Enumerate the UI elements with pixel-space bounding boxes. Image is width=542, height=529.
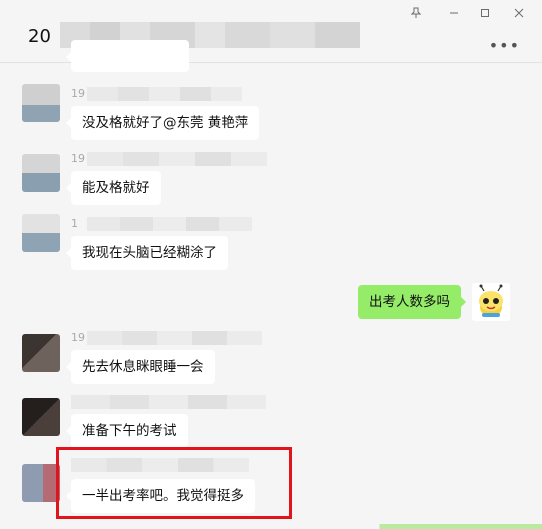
- sender-name: 19: [71, 331, 262, 345]
- avatar[interactable]: [22, 84, 60, 122]
- more-options-icon[interactable]: •••: [489, 36, 520, 55]
- sender-name: 19: [71, 87, 242, 101]
- avatar[interactable]: [22, 398, 60, 436]
- self-avatar[interactable]: [472, 283, 510, 321]
- sender-name: 19: [71, 152, 267, 166]
- message-bubble: 先去休息眯眼睡一会: [66, 350, 215, 384]
- avatar[interactable]: [22, 464, 60, 502]
- message-bubble-partial: [66, 40, 189, 72]
- message-bubble: 准备下午的考试: [66, 414, 188, 448]
- bee-mascot-icon: [472, 283, 510, 321]
- chat-window: 20 ••• 19 没及格就好了@东莞 黄艳萍 19 能及格就好 1 我现在头脑: [0, 0, 542, 529]
- sender-name-redacted: [87, 331, 262, 345]
- highlight-box: [56, 447, 292, 519]
- pin-icon[interactable]: [406, 4, 426, 22]
- bottom-edge: [0, 524, 542, 529]
- sender-name-redacted: [87, 152, 267, 166]
- chat-title: 20: [28, 26, 51, 47]
- minimize-icon[interactable]: [444, 4, 464, 22]
- message-bubble: 我现在头脑已经糊涂了: [66, 236, 228, 270]
- message-bubble: 没及格就好了@东莞 黄艳萍: [65, 106, 260, 140]
- avatar[interactable]: [22, 334, 60, 372]
- message-bubble: 能及格就好: [66, 171, 161, 205]
- sender-name-redacted: [87, 87, 242, 101]
- maximize-icon[interactable]: [475, 4, 495, 22]
- message-bubble-self: 出考人数多吗: [358, 285, 466, 319]
- sender-name: 1: [71, 217, 252, 231]
- sender-name-redacted: [87, 217, 252, 231]
- avatar[interactable]: [22, 154, 60, 192]
- close-icon[interactable]: [509, 4, 529, 22]
- sender-name-redacted: [71, 395, 266, 409]
- avatar[interactable]: [22, 214, 60, 252]
